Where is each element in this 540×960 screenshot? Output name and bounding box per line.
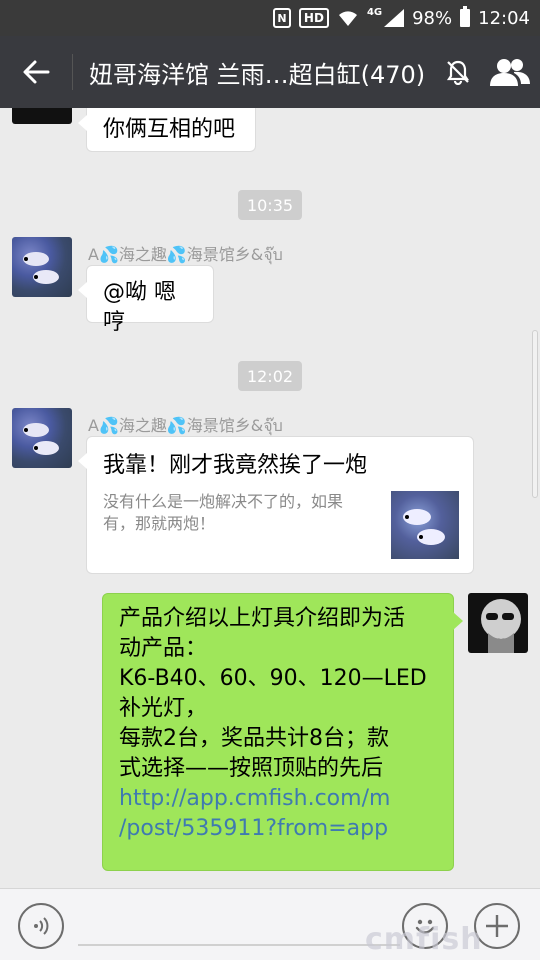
- avatar[interactable]: [12, 108, 72, 124]
- status-bar: N HD 4G 98% 12:04: [0, 0, 540, 36]
- timestamp: 10:35: [238, 190, 302, 220]
- avatar[interactable]: [12, 237, 72, 297]
- mute-indicator: [436, 36, 480, 108]
- link-description: 没有什么是一炮解决不了的，如果 有，那就两炮！: [103, 491, 373, 535]
- timestamp: 12:02: [238, 361, 302, 391]
- avatar[interactable]: [468, 593, 528, 653]
- sender-name: A💦海之趣💦海景馆乡&จุ๊บ: [88, 416, 283, 435]
- chat-header: 妞哥海洋馆 兰雨…超白缸(470): [0, 36, 540, 108]
- back-button[interactable]: [0, 36, 72, 108]
- watermark: cmfish: [365, 922, 483, 957]
- link-card[interactable]: 我靠！刚才我竟然挨了一炮 没有什么是一炮解决不了的，如果 有，那就两炮！: [78, 436, 474, 574]
- message-bubble[interactable]: @呦 嗯哼: [78, 265, 214, 335]
- message-bubble[interactable]: 你俩互相的吧: [78, 108, 256, 152]
- chat-title: 妞哥海洋馆 兰雨…超白缸(470): [89, 60, 426, 89]
- plus-icon: [486, 915, 508, 937]
- nfc-icon: N: [272, 8, 291, 28]
- link-description-line: 有，那就两炮！: [103, 514, 216, 533]
- message-line: 产品介绍以上灯具介绍即为活: [119, 606, 406, 631]
- chat-area[interactable]: 你俩互相的吧 10:35 A💦海之趣💦海景馆乡&จุ๊บ @呦 嗯哼 12:02…: [0, 108, 540, 888]
- members-icon: [490, 59, 530, 86]
- header-divider: [72, 54, 73, 90]
- group-members-button[interactable]: [480, 36, 540, 108]
- signal-icon: [384, 9, 405, 27]
- message-line: 式选择——按照顶贴的先后: [119, 756, 384, 781]
- clock: 12:04: [478, 7, 530, 29]
- message-link[interactable]: http://app.cmfish.com/m: [119, 784, 437, 814]
- mute-bell-icon: [446, 60, 470, 85]
- avatar[interactable]: [12, 408, 72, 468]
- message-link[interactable]: /post/535911?from=app: [119, 814, 437, 844]
- hd-badge: HD: [298, 8, 329, 28]
- scroll-indicator[interactable]: [532, 330, 538, 498]
- message-text: @呦 嗯哼: [103, 280, 176, 335]
- message-line: 动产品：: [119, 636, 208, 661]
- message-line: 每款2台，奖品共计8台；款: [119, 726, 389, 751]
- message-bubble-self[interactable]: 产品介绍以上灯具介绍即为活 动产品： K6-B40、60、90、120—LED …: [102, 593, 463, 871]
- battery-icon: [460, 6, 471, 27]
- back-arrow-icon: [23, 60, 50, 84]
- message-input[interactable]: [78, 944, 400, 946]
- link-description-line: 没有什么是一炮解决不了的，如果: [103, 492, 344, 511]
- wifi-icon: [337, 9, 359, 27]
- link-title: 我靠！刚才我竟然挨了一炮: [103, 453, 368, 478]
- message-text: 你俩互相的吧: [103, 117, 236, 142]
- network-type: 4G: [366, 6, 383, 18]
- battery-percent: 98%: [412, 7, 453, 29]
- voice-button[interactable]: [18, 903, 64, 949]
- message-line: K6-B40、60、90、120—LED: [119, 666, 427, 691]
- voice-icon: [34, 917, 49, 935]
- link-thumbnail: [391, 491, 459, 559]
- message-line: 补光灯，: [119, 696, 208, 721]
- sender-name: A💦海之趣💦海景馆乡&จุ๊บ: [88, 245, 283, 264]
